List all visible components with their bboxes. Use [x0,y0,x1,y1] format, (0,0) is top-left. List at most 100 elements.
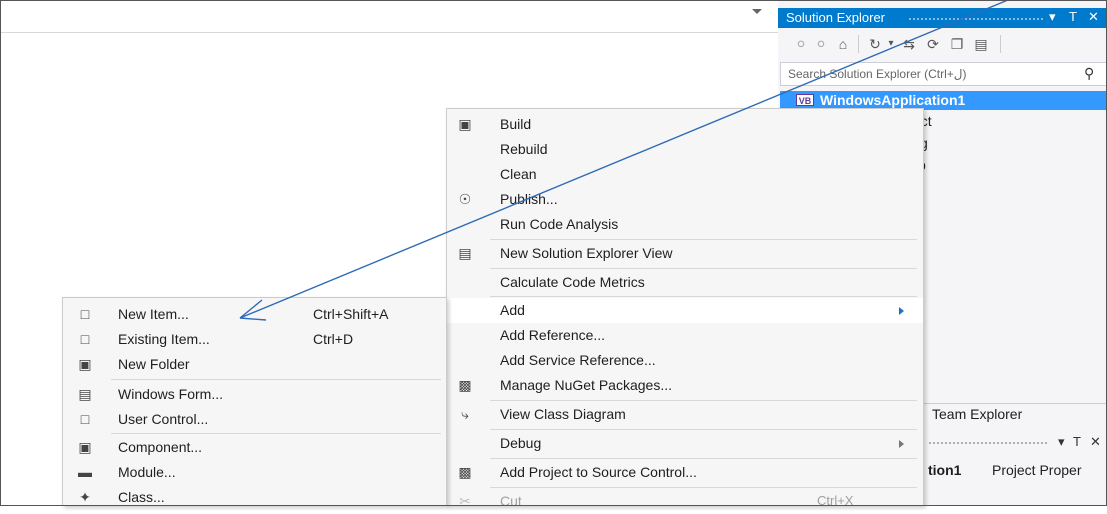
properties-object-selector[interactable]: tion1 Project Proper [918,460,1107,482]
menu-item-windows-form[interactable]: ▤ Windows Form... [63,382,446,407]
properties-object-name: tion1 [928,462,962,478]
pin-icon[interactable]: Т [1073,434,1081,449]
solution-explorer-titlebar: Solution Explorer ▾ Т ✕ [778,8,1107,28]
new-folder-icon: ▣ [78,356,92,372]
show-all-files-icon[interactable]: ▤ [972,35,990,53]
search-placeholder: Search Solution Explorer (Ctrl+ل) [788,67,967,81]
menu-item-label: Debug [500,435,542,451]
menu-item-view-class-diagram[interactable]: ⤷ View Class Diagram [447,402,923,427]
menu-item-label: Build [500,116,532,132]
source-control-icon: ▩ [458,464,472,480]
component-icon: ▣ [78,439,92,455]
solution-explorer-search-input[interactable]: Search Solution Explorer (Ctrl+ل) ⚲ [780,62,1107,86]
editor-tab-strip [0,0,778,33]
close-icon[interactable]: ✕ [1090,434,1101,450]
menu-item-label: View Class Diagram [500,406,626,422]
build-icon: ▣ [458,116,472,132]
menu-item-component[interactable]: ▣ Component... [63,435,446,460]
menu-item-publish[interactable]: ☉ Publish... [447,187,923,212]
window-position-dropdown-icon[interactable]: ▾ [1049,9,1056,25]
menu-item-existing-item[interactable]: □ Existing Item... Ctrl+D [63,327,446,352]
menu-item-shortcut: Ctrl+D [313,331,354,347]
menu-item-label: Add Service Reference... [500,352,656,368]
menu-separator [490,268,917,269]
menu-item-clean[interactable]: Clean [447,162,923,187]
pin-icon[interactable]: Т [1069,9,1077,24]
properties-titlebar: ▾ Т ✕ [918,432,1107,454]
class-diagram-icon: ⤷ [461,406,469,422]
menu-item-label: Calculate Code Metrics [500,274,645,290]
menu-item-add-reference[interactable]: Add Reference... [447,323,923,348]
properties-object-type: Project Proper [992,462,1082,478]
menu-item-cut: ✂ Cut Ctrl+X [447,489,923,514]
menu-item-manage-nuget-packages[interactable]: ▩ Manage NuGet Packages... [447,373,923,398]
collapse-icon[interactable]: ❐ [948,35,966,53]
menu-item-debug[interactable]: Debug [447,431,923,456]
menu-item-new-solution-explorer-view[interactable]: ▤ New Solution Explorer View [447,241,923,266]
menu-item-label: New Folder [118,356,190,372]
menu-item-label: Class... [118,489,165,505]
solution-explorer-title: Solution Explorer [786,10,885,25]
menu-separator [111,433,441,434]
menu-item-label: Component... [118,439,203,455]
title-grip [928,441,1048,445]
existing-item-icon: □ [80,331,90,347]
module-icon: ▬ [78,464,92,480]
back-icon[interactable]: ⚪ [792,35,810,53]
menu-item-label: Add Project to Source Control... [500,464,697,480]
search-icon[interactable]: ⚲ [1084,65,1094,82]
menu-item-user-control[interactable]: □ User Control... [63,407,446,432]
forward-icon[interactable]: ⚪ [812,35,830,53]
publish-icon: ☉ [458,191,472,207]
refresh-icon[interactable]: ⟳ [924,35,942,53]
history-dropdown-icon[interactable]: ▾ [882,35,900,53]
menu-item-new-folder[interactable]: ▣ New Folder [63,352,446,377]
menu-item-class[interactable]: ✦ Class... [63,485,446,510]
close-icon[interactable]: ✕ [1088,9,1099,25]
menu-item-add[interactable]: Add [447,298,923,323]
menu-separator [490,458,917,459]
menu-item-label: Clean [500,166,537,182]
menu-item-rebuild[interactable]: Rebuild [447,137,923,162]
menu-item-label: Run Code Analysis [500,216,619,232]
toolbar-separator [1000,35,1001,53]
menu-separator [490,296,917,297]
toolbar-separator [858,35,859,53]
menu-item-label: Publish... [500,191,558,207]
menu-item-label: User Control... [118,411,209,427]
new-view-icon: ▤ [458,245,472,261]
project-context-menu: ▣ Build Rebuild Clean ☉ Publish... Run C… [446,108,924,509]
menu-item-label: New Item... [118,306,189,322]
submenu-arrow-icon [899,440,904,448]
menu-item-run-code-analysis[interactable]: Run Code Analysis [447,212,923,237]
home-icon[interactable]: ⌂ [834,35,852,53]
menu-item-label: Add Reference... [500,327,606,343]
menu-item-module[interactable]: ▬ Module... [63,460,446,485]
menu-item-new-item[interactable]: □ New Item... Ctrl+Shift+A [63,302,446,327]
menu-item-build[interactable]: ▣ Build [447,112,923,137]
menu-separator [490,429,917,430]
menu-item-label: Rebuild [500,141,548,157]
menu-item-add-project-to-source-control[interactable]: ▩ Add Project to Source Control... [447,460,923,485]
menu-separator [490,400,917,401]
user-control-icon: □ [80,411,90,427]
menu-item-add-service-reference[interactable]: Add Service Reference... [447,348,923,373]
menu-item-label: Existing Item... [118,331,210,347]
sync-icon[interactable]: ⇆ [900,35,918,53]
menu-item-calculate-code-metrics[interactable]: Calculate Code Metrics [447,270,923,295]
title-grip [908,17,1043,21]
menu-item-label: Module... [118,464,176,480]
nuget-icon: ▩ [458,377,472,393]
cut-icon: ✂ [459,493,471,509]
tab-dropdown-icon[interactable] [752,9,762,14]
tree-item-label: WindowsApplication1 [820,92,966,108]
menu-item-shortcut: Ctrl+Shift+A [313,306,389,322]
menu-separator [490,487,917,488]
menu-item-label: New Solution Explorer View [500,245,673,261]
menu-item-label: Add [500,302,525,318]
tab-team-explorer[interactable]: Team Explorer [932,406,1022,422]
new-item-icon: □ [80,306,90,322]
window-position-dropdown-icon[interactable]: ▾ [1058,434,1065,450]
vb-project-icon: VB [796,94,814,106]
menu-item-label: Manage NuGet Packages... [500,377,672,393]
